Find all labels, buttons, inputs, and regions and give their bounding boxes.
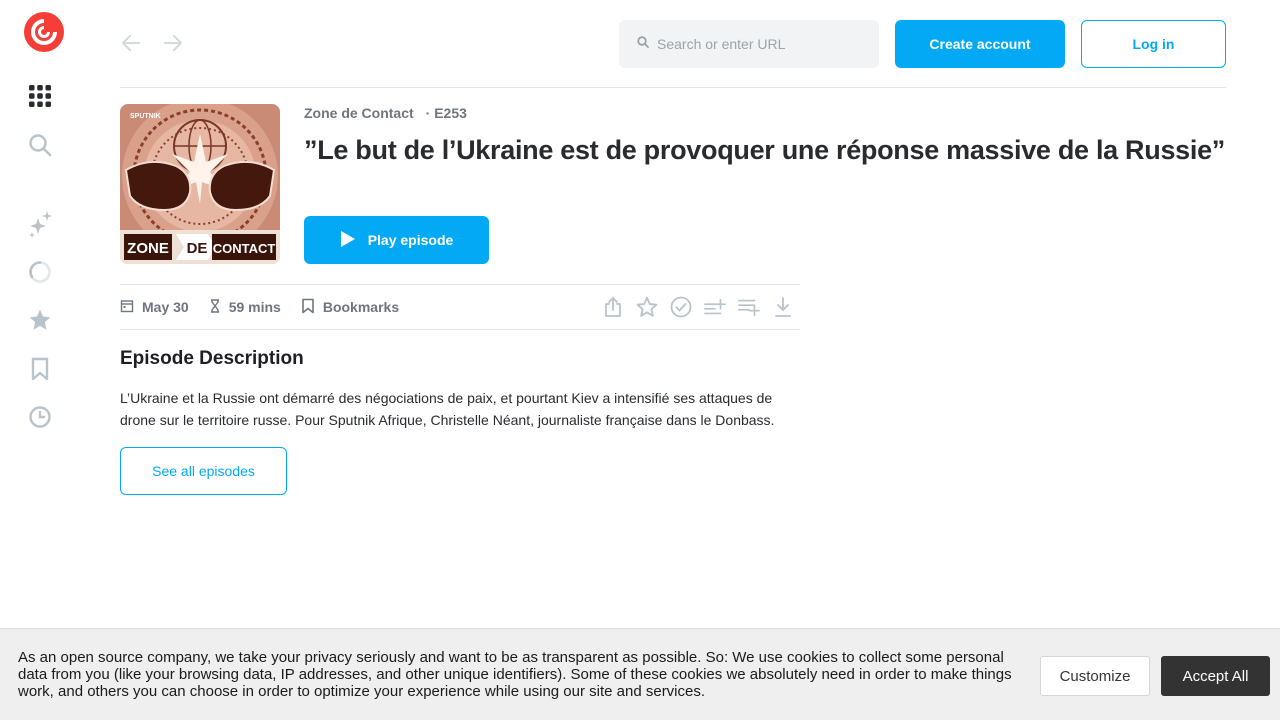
episode-date: May 30: [120, 299, 189, 316]
create-account-button[interactable]: Create account: [895, 20, 1065, 68]
episode-title: ”Le but de l’Ukraine est de provoquer un…: [304, 135, 1225, 165]
podcast-meta: Zone de Contact · E253: [304, 104, 467, 122]
podcast-artwork[interactable]: ZONE DE CONTACT SPUTNIK: [120, 104, 280, 264]
back-arrow-icon[interactable]: [120, 32, 142, 54]
artwork-word-de: DE: [187, 240, 208, 257]
bookmarks-label: Bookmarks: [322, 299, 400, 315]
episode-actions: [602, 295, 794, 319]
bookmark-icon[interactable]: [26, 355, 54, 383]
search-icon[interactable]: [26, 131, 54, 159]
cookie-banner-text: As an open source company, we take your …: [18, 649, 1012, 700]
play-last-icon[interactable]: [738, 295, 760, 319]
in-progress-icon[interactable]: [26, 258, 54, 286]
play-icon: [340, 230, 356, 251]
play-episode-label: Play episode: [367, 232, 454, 248]
play-next-icon[interactable]: [704, 295, 726, 319]
hourglass-icon: [209, 298, 229, 316]
download-icon[interactable]: [772, 295, 794, 319]
play-episode-button[interactable]: Play episode: [304, 216, 489, 264]
search-input[interactable]: [657, 36, 857, 52]
see-all-episodes-button[interactable]: See all episodes: [120, 447, 287, 495]
sidebar: [0, 0, 80, 720]
customize-cookies-button[interactable]: Customize: [1040, 656, 1150, 696]
episode-duration: 59 mins: [209, 298, 281, 316]
artwork-brand-label: SPUTNIK: [130, 113, 161, 120]
log-in-button[interactable]: Log in: [1081, 20, 1226, 68]
artwork-word-contact: CONTACT: [213, 241, 276, 256]
history-clock-icon[interactable]: [26, 403, 54, 431]
star-icon[interactable]: [26, 306, 54, 334]
bookmark-icon: [301, 298, 323, 317]
forward-arrow-icon[interactable]: [162, 32, 184, 54]
episode-number: · E253: [425, 105, 467, 121]
cookie-banner: As an open source company, we take your …: [0, 628, 1280, 720]
episode-info-bar: May 30 59 mins Bookmarks: [120, 284, 800, 330]
bookmarks-link[interactable]: Bookmarks: [301, 298, 399, 317]
podcast-name-link[interactable]: Zone de Contact: [304, 105, 414, 121]
mark-played-icon[interactable]: [670, 295, 692, 319]
search-box[interactable]: [619, 20, 879, 68]
share-icon[interactable]: [602, 295, 624, 319]
episode-description-text: L’Ukraine et la Russie ont démarré des n…: [120, 390, 775, 428]
episode-description-heading: Episode Description: [120, 348, 304, 369]
star-icon[interactable]: [636, 295, 658, 319]
calendar-icon: [120, 299, 142, 316]
top-bar: Create account Log in: [120, 0, 1226, 88]
apps-grid-icon[interactable]: [26, 82, 54, 110]
artwork-word-zone: ZONE: [127, 240, 169, 257]
pocketcasts-logo-icon[interactable]: [24, 12, 64, 52]
search-icon: [637, 35, 649, 53]
accept-all-cookies-button[interactable]: Accept All: [1161, 656, 1270, 696]
episode-date-text: May 30: [142, 299, 189, 315]
sparkles-icon[interactable]: [26, 210, 54, 238]
episode-duration-text: 59 mins: [228, 299, 281, 315]
